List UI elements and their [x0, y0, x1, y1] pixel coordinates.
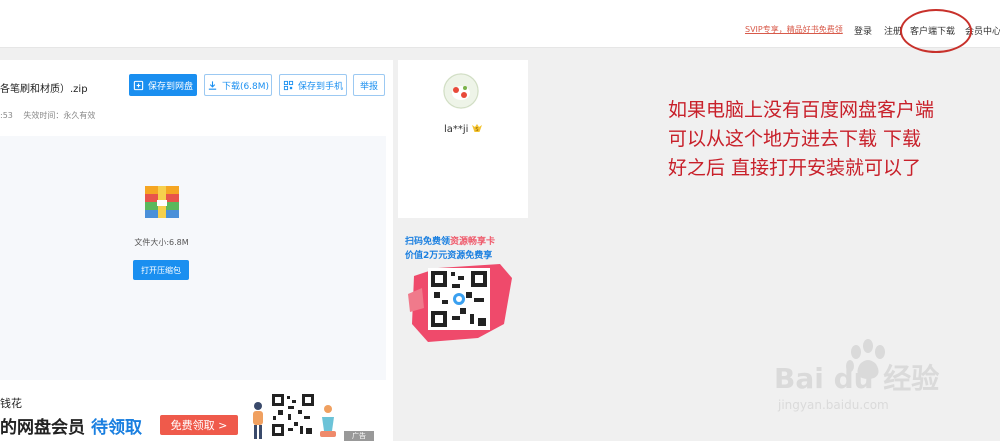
- download-label: 下载(6.8M): [221, 81, 270, 92]
- free-claim-button[interactable]: 免费领取 >: [160, 415, 238, 435]
- avatar[interactable]: [443, 73, 479, 109]
- save-to-disk-label: 保存到网盘: [147, 81, 193, 92]
- save-to-phone-label: 保存到手机: [297, 81, 343, 92]
- qr-promo-line1-b: 资源畅享卡: [450, 237, 496, 247]
- qr-promo-card[interactable]: 扫码免费领资源畅享卡 价值2万元资源免费享: [398, 230, 528, 350]
- file-size: 文件大小:6.8M: [134, 238, 189, 247]
- promo-qr-code-icon: [428, 268, 490, 330]
- baidu-jingyan-watermark: Bai du 经验 jingyan.baidu.com: [770, 332, 970, 422]
- qr-promo-line2: 价值2万元资源免费享: [405, 251, 493, 261]
- ad-line2: 的网盘会员 待领取: [0, 413, 142, 438]
- baidu-paw-logo-icon: Bai du 经验: [774, 339, 939, 395]
- download-button[interactable]: 下载(6.8M): [204, 74, 272, 96]
- username: la**ji: [444, 124, 469, 135]
- figure-illustration-icon: [320, 405, 336, 437]
- report-button[interactable]: 举报: [353, 74, 385, 96]
- annotation-circle: [900, 9, 972, 53]
- annotation-line-1: 如果电脑上没有百度网盘客户端: [668, 99, 935, 121]
- watermark-url: jingyan.baidu.com: [778, 398, 889, 412]
- uploader-card: la**ji S: [398, 60, 528, 218]
- qr-icon: [283, 80, 294, 90]
- login-link[interactable]: 登录: [854, 24, 872, 37]
- share-time: :53: [0, 111, 13, 120]
- report-label: 举报: [359, 81, 378, 92]
- top-bar: SVIP专享，精品好书免费领 登录 注册 客户端下载 会员中心: [0, 0, 1000, 48]
- person-illustration-icon: [253, 402, 263, 439]
- file-preview: 文件大小:6.8M 打开压缩包: [0, 136, 386, 380]
- zip-file-icon: [145, 186, 179, 218]
- watermark-brand: Bai du 经验: [774, 362, 939, 395]
- expire-time: 失效时间：永久有效: [23, 111, 96, 120]
- download-icon: [208, 80, 217, 90]
- open-zip-button[interactable]: 打开压缩包: [133, 260, 189, 280]
- ad-line1: 钱花: [0, 397, 22, 410]
- svip-promo-link[interactable]: SVIP专享，精品好书免费领: [745, 24, 843, 35]
- ad-banner[interactable]: 钱花 的网盘会员 待领取 免费领取 > 广告: [0, 383, 393, 441]
- vip-badge-text: S: [475, 127, 478, 133]
- save-to-phone-button[interactable]: 保存到手机: [279, 74, 347, 96]
- file-meta: :53 失效时间：永久有效: [0, 110, 103, 121]
- annotation-line-3: 好之后 直接打开安装就可以了: [668, 157, 922, 179]
- ad-line2-b: 待领取: [91, 418, 142, 438]
- ad-qr-code-icon: [270, 392, 316, 438]
- ad-line2-a: 的网盘会员: [0, 418, 85, 438]
- vip-badge-icon: S: [472, 124, 482, 133]
- qr-promo-line1: 扫码免费领资源畅享卡: [405, 234, 495, 247]
- save-to-disk-button[interactable]: 保存到网盘: [129, 74, 197, 96]
- annotation-line-2: 可以从这个地方进去下载 下载: [668, 128, 922, 150]
- instruction-annotation: 如果电脑上没有百度网盘客户端 可以从这个地方进去下载 下载 好之后 直接打开安装…: [668, 96, 988, 183]
- qr-promo-line1-a: 扫码免费领: [405, 237, 451, 247]
- ad-tag: 广告: [344, 431, 374, 441]
- save-icon: [133, 80, 144, 90]
- file-name: 各笔刷和材质）.zip: [0, 84, 88, 95]
